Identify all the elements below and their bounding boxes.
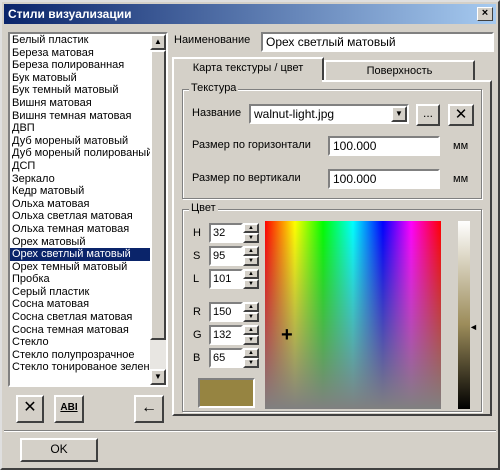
scroll-down-button[interactable]: ▼ bbox=[150, 369, 166, 385]
title-bar: Стили визуализации × bbox=[4, 4, 496, 24]
texture-name-label: Название bbox=[192, 107, 242, 119]
close-icon: ✕ bbox=[454, 106, 468, 123]
divider bbox=[4, 430, 496, 432]
vertical-size-label: Размер по вертикали bbox=[192, 172, 301, 184]
luminance-up-button[interactable]: ▲ bbox=[243, 269, 259, 279]
green-spinner[interactable]: 132 ▲ ▼ bbox=[209, 325, 259, 345]
list-item[interactable]: Орех матовый bbox=[10, 236, 150, 249]
color-group-title: Цвет bbox=[189, 202, 218, 214]
list-item[interactable]: Кедр матовый bbox=[10, 185, 150, 198]
list-item[interactable]: Ольха темная матовая bbox=[10, 223, 150, 236]
window-title: Стили визуализации bbox=[8, 7, 132, 21]
texture-file-select[interactable]: walnut-light.jpg ▼ bbox=[249, 104, 409, 124]
styles-listbox[interactable]: Белый пластик Береза матовая Береза полиро… bbox=[8, 32, 168, 387]
close-button[interactable]: × bbox=[477, 7, 493, 21]
list-item[interactable]: Серый пластик bbox=[10, 286, 150, 299]
green-up-button[interactable]: ▲ bbox=[243, 325, 259, 335]
color-spectrum[interactable]: + bbox=[265, 221, 441, 409]
vertical-unit: мм bbox=[453, 173, 469, 185]
texture-file-value: walnut-light.jpg bbox=[254, 107, 335, 121]
hue-down-button[interactable]: ▼ bbox=[243, 233, 259, 243]
list-item[interactable]: Сосна матовая bbox=[10, 298, 150, 311]
red-spinner[interactable]: 150 ▲ ▼ bbox=[209, 302, 259, 322]
list-item[interactable]: Бук темный матовый bbox=[10, 84, 150, 97]
texture-group-title: Текстура bbox=[189, 82, 239, 94]
horizontal-size-input[interactable]: 100.000 bbox=[328, 136, 440, 156]
green-input[interactable]: 132 bbox=[209, 325, 243, 345]
dialog-window: Стили визуализации × Белый пластик Береза… bbox=[0, 0, 500, 470]
red-label: R bbox=[193, 306, 201, 318]
luminance-bar[interactable] bbox=[458, 221, 470, 409]
list-item[interactable]: Стекло полупрозрачное bbox=[10, 349, 150, 362]
clear-texture-button[interactable]: ✕ bbox=[448, 104, 474, 126]
saturation-up-button[interactable]: ▲ bbox=[243, 246, 259, 256]
luminance-down-button[interactable]: ▼ bbox=[243, 279, 259, 289]
left-arrow-icon: ← bbox=[141, 399, 157, 416]
list-item[interactable]: Ольха матовая bbox=[10, 198, 150, 211]
delete-icon: ✕ bbox=[23, 399, 37, 416]
list-item[interactable]: Дуб мореный полированый bbox=[10, 147, 150, 160]
hue-up-button[interactable]: ▲ bbox=[243, 223, 259, 233]
list-item[interactable]: Вишня матовая bbox=[10, 97, 150, 110]
list-item[interactable]: Стекло bbox=[10, 336, 150, 349]
list-scrollbar[interactable]: ▲ ▼ bbox=[150, 34, 166, 385]
name-label: Наименование bbox=[174, 34, 251, 46]
luminance-input[interactable]: 101 bbox=[209, 269, 243, 289]
luminance-arrow-icon[interactable]: ◄ bbox=[469, 322, 478, 332]
vertical-size-input[interactable]: 100.000 bbox=[328, 169, 440, 189]
list-item[interactable]: Стекло тонированое зелен bbox=[10, 361, 150, 374]
tab-texture-color[interactable]: Карта текстуры / цвет bbox=[172, 57, 324, 82]
blue-up-button[interactable]: ▲ bbox=[243, 348, 259, 358]
green-down-button[interactable]: ▼ bbox=[243, 335, 259, 345]
browse-button[interactable]: ... bbox=[416, 104, 440, 126]
saturation-spinner[interactable]: 95 ▲ ▼ bbox=[209, 246, 259, 266]
saturation-down-button[interactable]: ▼ bbox=[243, 256, 259, 266]
blue-label: B bbox=[193, 352, 201, 364]
name-input[interactable]: Орех светлый матовый bbox=[261, 32, 494, 52]
list-item[interactable]: Сосна светлая матовая bbox=[10, 311, 150, 324]
list-item[interactable]: Белый пластик bbox=[10, 34, 150, 47]
list-item[interactable]: Дуб мореный матовый bbox=[10, 135, 150, 148]
rename-style-button[interactable]: ABI bbox=[54, 395, 84, 423]
hue-spinner[interactable]: 32 ▲ ▼ bbox=[209, 223, 259, 243]
red-down-button[interactable]: ▼ bbox=[243, 312, 259, 322]
hue-label: H bbox=[193, 227, 201, 239]
list-item[interactable]: Береза полированная bbox=[10, 59, 150, 72]
list-item[interactable]: Орех светлый матовый bbox=[10, 247, 151, 262]
scroll-up-button[interactable]: ▲ bbox=[150, 34, 166, 50]
delete-style-button[interactable]: ✕ bbox=[16, 395, 44, 423]
list-item[interactable]: ДВП bbox=[10, 122, 150, 135]
list-item[interactable]: Вишня темная матовая bbox=[10, 110, 150, 123]
scroll-thumb[interactable] bbox=[150, 50, 166, 340]
luminance-spinner[interactable]: 101 ▲ ▼ bbox=[209, 269, 259, 289]
saturation-input[interactable]: 95 bbox=[209, 246, 243, 266]
ok-button[interactable]: OK bbox=[20, 438, 98, 462]
green-label: G bbox=[193, 329, 202, 341]
rename-icon: ABI bbox=[60, 402, 78, 413]
crosshair-icon: + bbox=[281, 324, 293, 346]
list-item[interactable]: Орех темный матовый bbox=[10, 261, 150, 274]
red-input[interactable]: 150 bbox=[209, 302, 243, 322]
horizontal-size-label: Размер по горизонтали bbox=[192, 139, 311, 151]
saturation-label: S bbox=[193, 250, 201, 262]
apply-style-button[interactable]: ← bbox=[134, 395, 164, 423]
tab-surface[interactable]: Поверхность bbox=[324, 60, 475, 82]
blue-down-button[interactable]: ▼ bbox=[243, 358, 259, 368]
blue-input[interactable]: 65 bbox=[209, 348, 243, 368]
horizontal-unit: мм bbox=[453, 140, 469, 152]
hue-input[interactable]: 32 bbox=[209, 223, 243, 243]
styles-list: Белый пластик Береза матовая Береза полиро… bbox=[10, 34, 151, 374]
red-up-button[interactable]: ▲ bbox=[243, 302, 259, 312]
list-item[interactable]: ДСП bbox=[10, 160, 150, 173]
list-item[interactable]: Зеркало bbox=[10, 173, 150, 186]
list-item[interactable]: Береза матовая bbox=[10, 47, 150, 60]
list-item[interactable]: Пробка bbox=[10, 273, 150, 286]
list-item[interactable]: Сосна темная матовая bbox=[10, 324, 150, 337]
blue-spinner[interactable]: 65 ▲ ▼ bbox=[209, 348, 259, 368]
list-item[interactable]: Ольха светлая матовая bbox=[10, 210, 150, 223]
chevron-down-icon[interactable]: ▼ bbox=[391, 106, 407, 122]
list-item[interactable]: Бук матовый bbox=[10, 72, 150, 85]
luminance-label: L bbox=[193, 273, 200, 285]
color-swatch bbox=[198, 378, 255, 408]
